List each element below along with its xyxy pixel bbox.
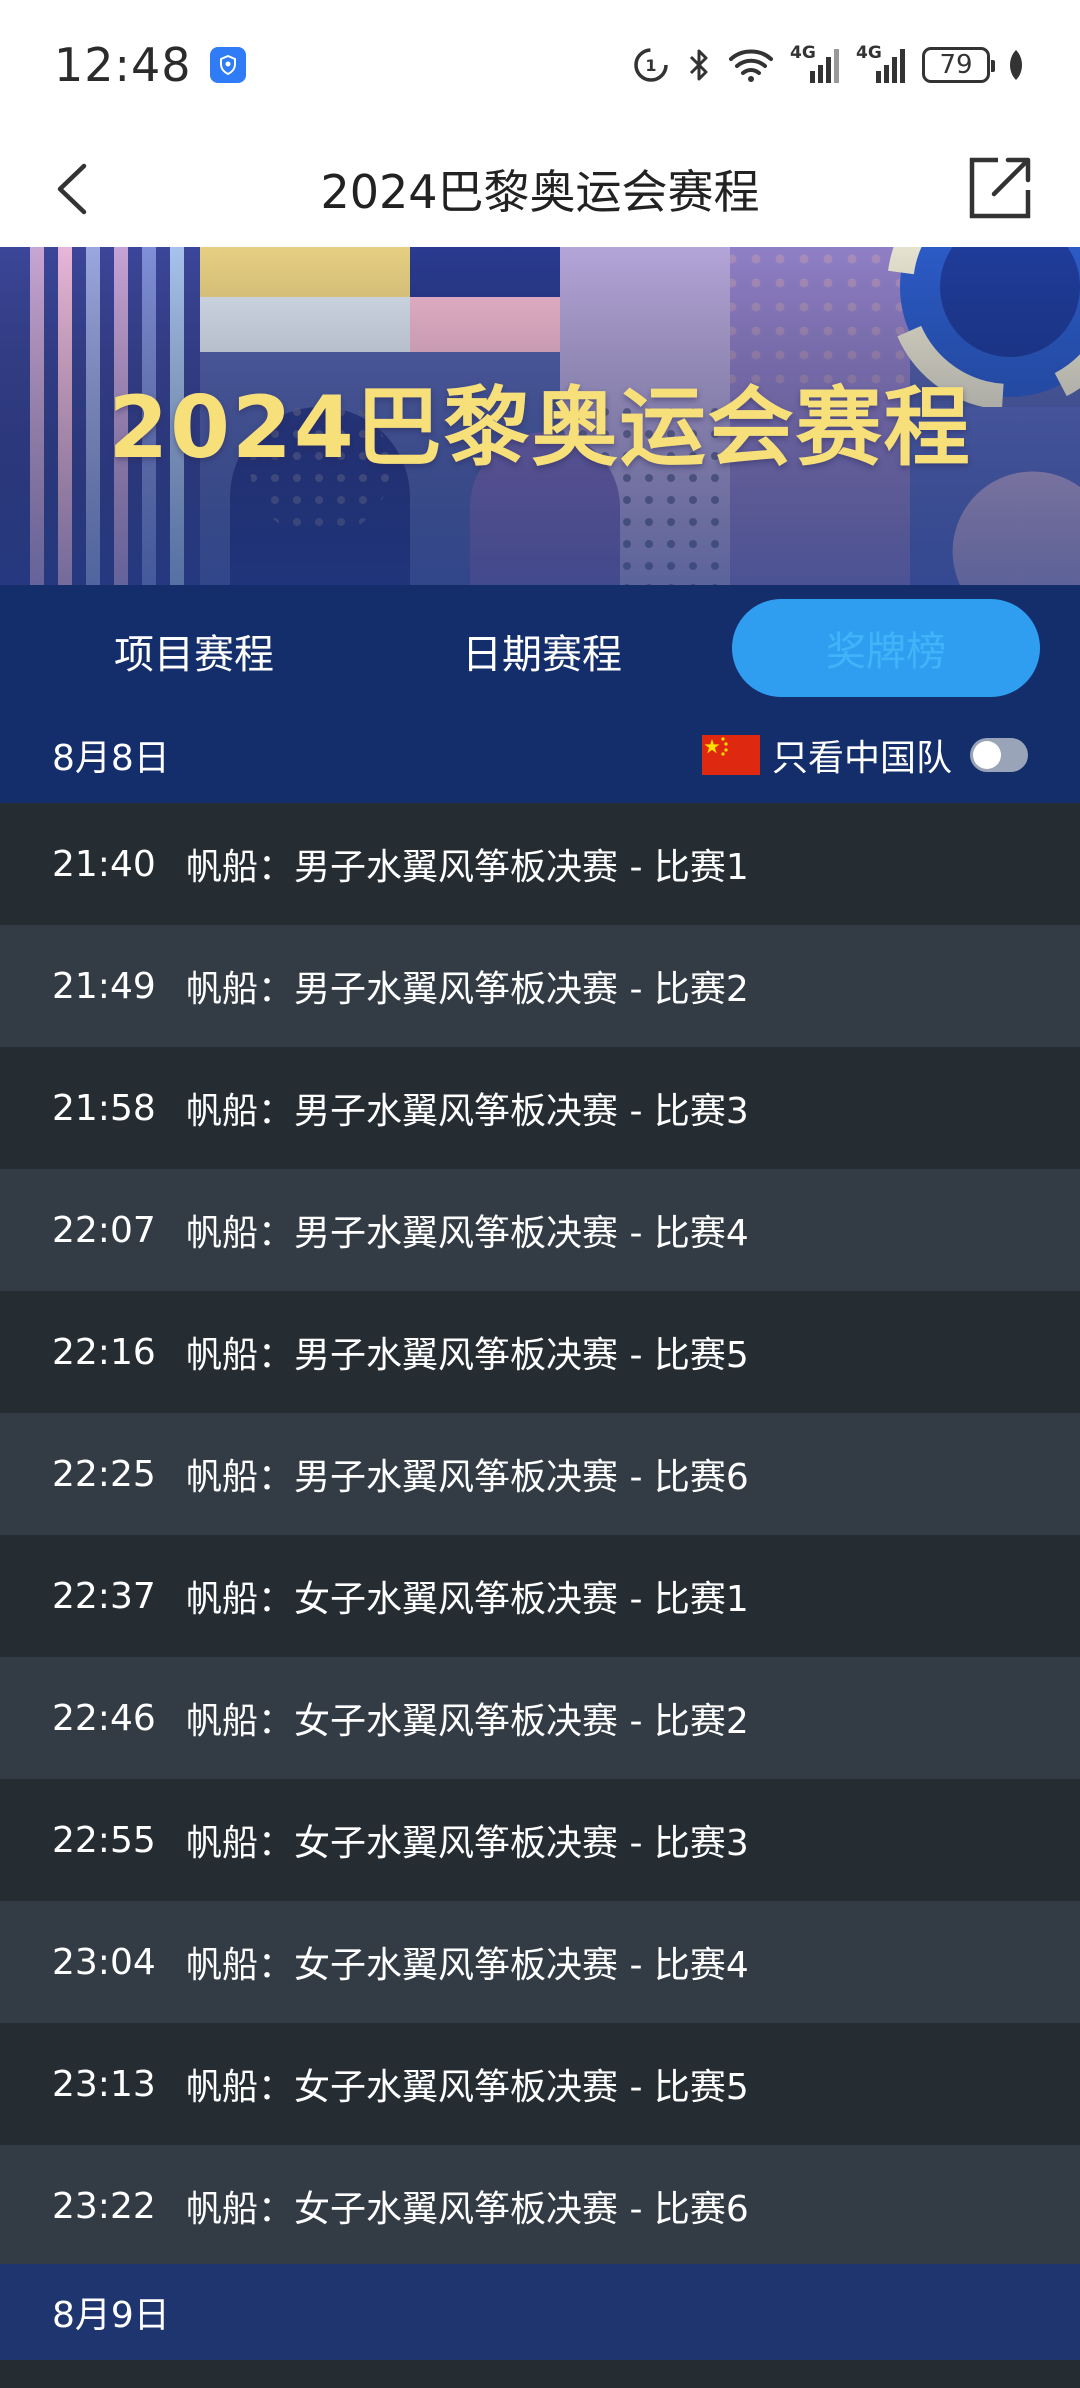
- event-name: 帆船：男子水翼风筝板决赛 - 比赛2: [186, 969, 749, 1010]
- event-time: 21:40: [52, 843, 156, 885]
- network-type-label: 4G: [790, 43, 816, 63]
- event-name: 帆船：女子水翼风筝板决赛 - 比赛2: [186, 1701, 749, 1742]
- event-time: 23:04: [52, 1941, 156, 1983]
- event-time: 21:49: [52, 965, 156, 1007]
- status-icons: 1 4G 4G 79: [632, 43, 1026, 85]
- event-time: 23:13: [52, 2063, 156, 2105]
- signal-2: 4G: [856, 43, 906, 85]
- event-time: 22:25: [52, 1453, 156, 1495]
- tab-by-date[interactable]: 日期赛程: [462, 622, 622, 680]
- hero-banner: 2024巴黎奥运会赛程: [0, 247, 1080, 585]
- app-shield-icon: [209, 47, 246, 83]
- wifi-icon: [729, 49, 773, 82]
- filter-label: 只看中国队: [771, 738, 952, 779]
- tab-medal-table-label: 奖牌榜: [826, 629, 946, 675]
- leaf-icon: [1010, 50, 1022, 80]
- event-time: 22:07: [52, 1209, 156, 1251]
- signal-1: 4G: [790, 43, 840, 85]
- status-bar: 12:48 1 4G 4G 79: [0, 0, 1080, 130]
- schedule-row[interactable]: 21:49 帆船：男子水翼风筝板决赛 - 比赛2: [0, 925, 1080, 1047]
- tab-by-sport[interactable]: 项目赛程: [114, 622, 274, 680]
- tab-medal-table[interactable]: 奖牌榜: [732, 599, 1040, 697]
- toggle-knob: [973, 741, 1001, 769]
- back-chevron-icon[interactable]: [48, 162, 96, 216]
- page-title: 2024巴黎奥运会赛程: [320, 164, 760, 219]
- date-header: 8月8日 只看中国队: [0, 707, 1080, 803]
- tab-bar: 项目赛程 日期赛程 奖牌榜: [0, 585, 1080, 707]
- schedule-row[interactable]: 22:07 帆船：男子水翼风筝板决赛 - 比赛4: [0, 1169, 1080, 1291]
- schedule-row[interactable]: 21:58 帆船：男子水翼风筝板决赛 - 比赛3: [0, 1047, 1080, 1169]
- event-time: 22:37: [52, 1575, 156, 1617]
- network-type-label: 4G: [856, 43, 882, 63]
- svg-text:1: 1: [645, 56, 656, 75]
- event-time: 22:55: [52, 1819, 156, 1861]
- event-time: 21:58: [52, 1087, 156, 1129]
- share-external-icon[interactable]: [964, 152, 1036, 224]
- event-name: 帆船：女子水翼风筝板决赛 - 比赛5: [186, 2067, 749, 2108]
- list-continuation: [0, 2360, 1080, 2388]
- event-name: 帆船：男子水翼风筝板决赛 - 比赛5: [186, 1335, 749, 1376]
- schedule-row[interactable]: 23:13 帆船：女子水翼风筝板决赛 - 比赛5: [0, 2023, 1080, 2145]
- china-flag-icon: [701, 735, 760, 775]
- status-time: 12:48: [54, 38, 192, 92]
- schedule-row[interactable]: 22:37 帆船：女子水翼风筝板决赛 - 比赛1: [0, 1535, 1080, 1657]
- event-name: 帆船：女子水翼风筝板决赛 - 比赛3: [186, 1823, 749, 1864]
- schedule-row[interactable]: 23:04 帆船：女子水翼风筝板决赛 - 比赛4: [0, 1901, 1080, 2023]
- event-time: 22:46: [52, 1697, 156, 1739]
- schedule-list: 21:40 帆船：男子水翼风筝板决赛 - 比赛1 21:49 帆船：男子水翼风筝板决赛…: [0, 803, 1080, 2267]
- banner-title: 2024巴黎奥运会赛程: [108, 378, 972, 478]
- schedule-row[interactable]: 21:40 帆船：男子水翼风筝板决赛 - 比赛1: [0, 803, 1080, 925]
- schedule-row[interactable]: 22:25 帆船：男子水翼风筝板决赛 - 比赛6: [0, 1413, 1080, 1535]
- schedule-row[interactable]: 23:22 帆船：女子水翼风筝板决赛 - 比赛6: [0, 2145, 1080, 2267]
- bluetooth-icon: [689, 49, 708, 81]
- schedule-row[interactable]: 22:16 帆船：男子水翼风筝板决赛 - 比赛5: [0, 1291, 1080, 1413]
- china-team-filter[interactable]: 只看中国队: [701, 729, 1028, 781]
- event-name: 帆船：男子水翼风筝板决赛 - 比赛1: [186, 847, 749, 888]
- event-name: 帆船：女子水翼风筝板决赛 - 比赛1: [186, 1579, 749, 1620]
- event-name: 帆船：男子水翼风筝板决赛 - 比赛4: [186, 1213, 749, 1254]
- schedule-row[interactable]: 22:55 帆船：女子水翼风筝板决赛 - 比赛3: [0, 1779, 1080, 1901]
- date-header-next: 8月9日: [0, 2264, 1080, 2360]
- date-label-next: 8月9日: [52, 2295, 170, 2336]
- china-only-toggle[interactable]: [970, 738, 1028, 772]
- event-time: 22:16: [52, 1331, 156, 1373]
- event-time: 23:22: [52, 2185, 156, 2227]
- battery-icon: 79: [922, 47, 995, 83]
- data-saver-icon: 1: [634, 48, 668, 82]
- event-name: 帆船：男子水翼风筝板决赛 - 比赛6: [186, 1457, 749, 1498]
- event-name: 帆船：男子水翼风筝板决赛 - 比赛3: [186, 1091, 749, 1132]
- event-name: 帆船：女子水翼风筝板决赛 - 比赛6: [186, 2189, 749, 2230]
- event-name: 帆船：女子水翼风筝板决赛 - 比赛4: [186, 1945, 749, 1986]
- schedule-row[interactable]: 22:46 帆船：女子水翼风筝板决赛 - 比赛2: [0, 1657, 1080, 1779]
- app-header: 2024巴黎奥运会赛程: [0, 130, 1080, 247]
- date-label: 8月8日: [52, 738, 170, 779]
- battery-level: 79: [939, 50, 973, 80]
- screen: 12:48 1 4G 4G 79 2024巴黎奥运会赛程 2024巴黎奥运会赛程…: [0, 0, 1080, 2388]
